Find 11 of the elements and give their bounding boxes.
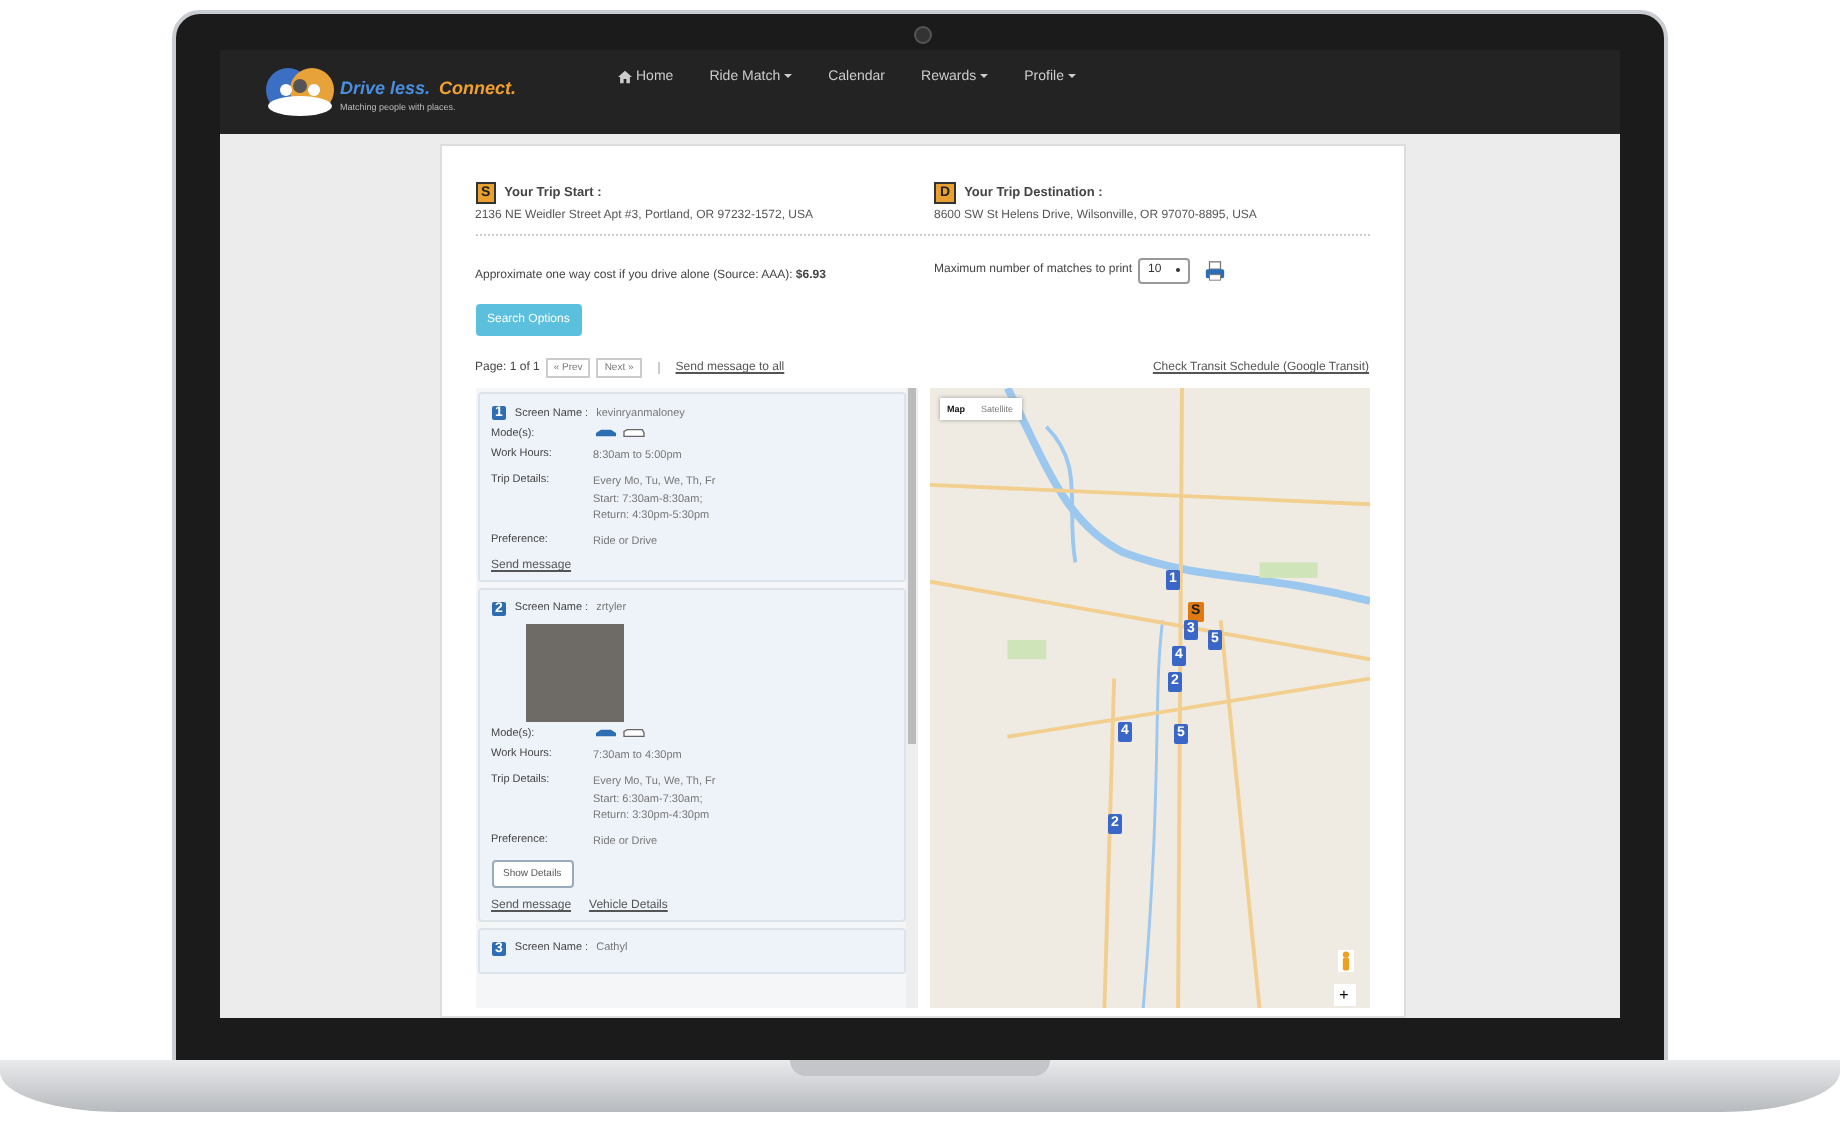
camera-icon xyxy=(914,26,932,44)
printer-icon[interactable] xyxy=(1204,259,1227,281)
brand-name: Drive less. xyxy=(340,78,431,99)
van-icon xyxy=(621,428,645,438)
home-icon xyxy=(618,69,632,83)
zoom-in-button[interactable]: + xyxy=(1333,984,1355,1006)
brand-accent: Connect. xyxy=(438,78,516,99)
people-logo-icon xyxy=(264,66,336,118)
van-icon xyxy=(621,727,645,738)
car-icon xyxy=(593,428,617,438)
car-icon xyxy=(593,727,617,738)
